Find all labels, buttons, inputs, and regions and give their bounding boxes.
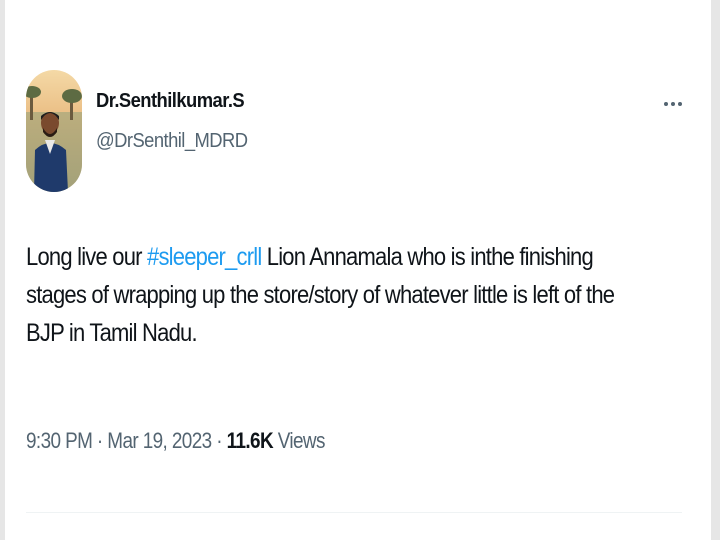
more-dot [671, 102, 675, 106]
tweet-time[interactable]: 9:30 PM [26, 428, 93, 453]
author-handle[interactable]: @DrSenthil_MDRD [96, 130, 248, 153]
author-info: Dr.Senthilkumar.S @DrSenthil_MDRD [96, 90, 261, 153]
author-display-name[interactable]: Dr.Senthilkumar.S [96, 90, 248, 113]
window-frame-left [0, 0, 5, 540]
hashtag-link[interactable]: #sleeper_crll [147, 243, 262, 271]
meta-separator: · [216, 428, 222, 453]
divider [26, 512, 682, 513]
tweet-text: Long live our #sleeper_crll Lion Annamal… [26, 238, 624, 352]
window-frame-right [711, 0, 720, 540]
views-count: 11.6K [226, 428, 274, 453]
tweet-meta: 9:30 PM · Mar 19, 2023 · 11.6K Views [26, 428, 325, 454]
more-dot [678, 102, 682, 106]
tweet-date[interactable]: Mar 19, 2023 [107, 428, 212, 453]
views-label: Views [277, 428, 326, 453]
more-horizontal-icon[interactable] [656, 90, 690, 118]
tweet: Dr.Senthilkumar.S @DrSenthil_MDRD Long l… [26, 70, 688, 540]
more-dot [664, 102, 668, 106]
meta-separator: · [96, 428, 103, 453]
tweet-text-start: Long live our [26, 243, 147, 271]
avatar[interactable] [26, 70, 82, 192]
